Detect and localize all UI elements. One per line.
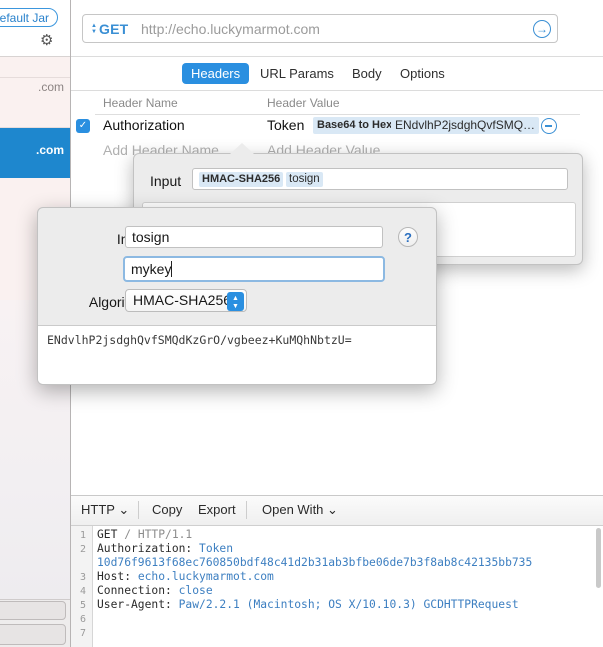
- sidebar-item-request-1[interactable]: .com: [0, 78, 70, 96]
- code-token: Paw/2.2.1 (Macintosh; OS X/10.10.3) GCDH…: [178, 598, 519, 611]
- hmac-result-area: ENdvlhP2jsdghQvfSMQdKzGrO/vgbeez+KuMQhNb…: [38, 326, 436, 384]
- code-token: GET: [97, 528, 125, 541]
- tab-body[interactable]: Body: [343, 63, 391, 84]
- input-label: Input: [150, 173, 182, 189]
- code-token: HTTP/1.1: [137, 528, 193, 541]
- code-token: Token: [199, 542, 234, 555]
- column-header-value: Header Value: [267, 96, 340, 110]
- help-icon[interactable]: ?: [398, 227, 418, 247]
- code-line: Authorization: Token: [97, 542, 233, 556]
- line-number: 5: [79, 600, 86, 611]
- line-number: 1: [79, 530, 86, 541]
- tab-options[interactable]: Options: [391, 63, 454, 84]
- hmac-input-field[interactable]: tosign: [125, 226, 383, 248]
- line-number: 4: [79, 586, 86, 597]
- header-name-cell[interactable]: Authorization: [103, 117, 185, 133]
- http-method-label[interactable]: GET: [99, 21, 128, 37]
- code-token: 10d76f9613f68ec760850bdf48c41d2b31ab3bfb…: [97, 556, 533, 569]
- popover-arrow: [230, 143, 254, 154]
- text-caret: [171, 261, 172, 277]
- tab-headers[interactable]: Headers: [182, 63, 250, 84]
- code-line: 10d76f9613f68ec760850bdf48c41d2b31ab3bfb…: [97, 556, 532, 570]
- code-line: User-Agent: Paw/2.2.1 (Macintosh; OS X/1…: [97, 598, 519, 612]
- hmac-algorithm-value: HMAC-SHA256: [133, 292, 232, 308]
- url-bar-area: ▲ ▼ GET http://echo.luckymarmot.com →: [71, 0, 603, 57]
- hmac-algorithm-select[interactable]: HMAC-SHA256 ▲ ▼: [125, 289, 247, 312]
- code-token: User-Agent:: [97, 598, 179, 611]
- http-preview-panel: HTTP ⌄ Copy Export Open With ⌄ 1 2 3 4 5…: [71, 495, 603, 647]
- sidebar-header: efault Jar ⚙: [0, 0, 70, 57]
- http-format-dropdown[interactable]: HTTP ⌄: [81, 502, 129, 518]
- line-number: 7: [79, 628, 86, 639]
- token-chip-base64-to-hex[interactable]: Base64 to Hex: [313, 117, 397, 134]
- open-with-dropdown[interactable]: Open With ⌄: [262, 502, 338, 518]
- popover-hmac: Input tosign ? Key mykey Algorithm HMAC-…: [37, 207, 437, 385]
- tab-url-params[interactable]: URL Params: [251, 63, 343, 84]
- code-token: /: [124, 528, 138, 541]
- line-number-gutter: 1 2 3 4 5 6 7: [71, 526, 93, 647]
- method-stepper-icon[interactable]: ▲ ▼: [91, 23, 97, 35]
- sidebar-bottom-button-2[interactable]: [0, 624, 66, 645]
- table-row[interactable]: ✓ Authorization Token Base64 to Hex ENdv…: [71, 115, 603, 139]
- url-input[interactable]: ▲ ▼ GET http://echo.luckymarmot.com →: [82, 14, 558, 43]
- code-line: GET / HTTP/1.1: [97, 528, 192, 542]
- hmac-key-value: mykey: [131, 261, 172, 277]
- sidebar-bottom-bar: [0, 599, 70, 647]
- url-text[interactable]: http://echo.luckymarmot.com: [141, 21, 320, 37]
- gear-icon[interactable]: ⚙: [40, 33, 55, 48]
- token-chip-value[interactable]: ENdvlhP2jsdghQvfSMQ…: [391, 117, 540, 134]
- column-header-name: Header Name: [103, 96, 178, 110]
- line-number: 2: [79, 544, 86, 555]
- toolbar-divider: [246, 501, 247, 519]
- code-token: Authorization:: [97, 542, 200, 555]
- chevron-down-icon[interactable]: ▼: [227, 303, 244, 310]
- token-chip-hmac-sha256[interactable]: HMAC-SHA256: [199, 172, 284, 187]
- export-button[interactable]: Export: [198, 502, 236, 517]
- chevron-updown-icon[interactable]: ▲ ▼: [227, 292, 244, 311]
- code-token: echo.luckymarmot.com: [137, 570, 274, 583]
- code-token: close: [178, 584, 213, 597]
- code-token: Host:: [97, 570, 138, 583]
- hmac-result-text: ENdvlhP2jsdghQvfSMQdKzGrO/vgbeez+KuMQhNb…: [47, 333, 352, 347]
- header-value-prefix[interactable]: Token: [267, 117, 304, 133]
- code-token: Connection:: [97, 584, 179, 597]
- chevron-down-icon[interactable]: ▼: [91, 29, 97, 35]
- hmac-key-field[interactable]: mykey: [123, 256, 385, 282]
- copy-button[interactable]: Copy: [152, 502, 182, 517]
- send-request-icon[interactable]: →: [533, 20, 551, 38]
- chevron-up-icon[interactable]: ▲: [227, 295, 244, 302]
- token-chip-argument[interactable]: tosign: [286, 172, 323, 187]
- base64-input-field[interactable]: HMAC-SHA256 tosign: [192, 168, 568, 190]
- code-line: Connection: close: [97, 584, 213, 598]
- code-line: Host: echo.luckymarmot.com: [97, 570, 274, 584]
- line-number: 6: [79, 614, 86, 625]
- sidebar-item-request-2[interactable]: .com: [0, 128, 70, 178]
- row-enabled-checkbox[interactable]: ✓: [76, 119, 90, 133]
- cookie-jar-pill[interactable]: efault Jar: [0, 8, 58, 27]
- toolbar-divider: [138, 501, 139, 519]
- vertical-scrollbar[interactable]: [596, 528, 601, 588]
- popover-arrow: [235, 207, 261, 208]
- http-toolbar: HTTP ⌄ Copy Export Open With ⌄: [71, 496, 603, 526]
- line-number: 3: [79, 572, 86, 583]
- tab-bar: Headers URL Params Body Options: [71, 57, 603, 91]
- sidebar-bottom-button-1[interactable]: [0, 601, 66, 620]
- http-code-view[interactable]: GET / HTTP/1.1 Authorization: Token 10d76f…: [97, 526, 597, 647]
- minus-circle-icon[interactable]: [541, 118, 557, 134]
